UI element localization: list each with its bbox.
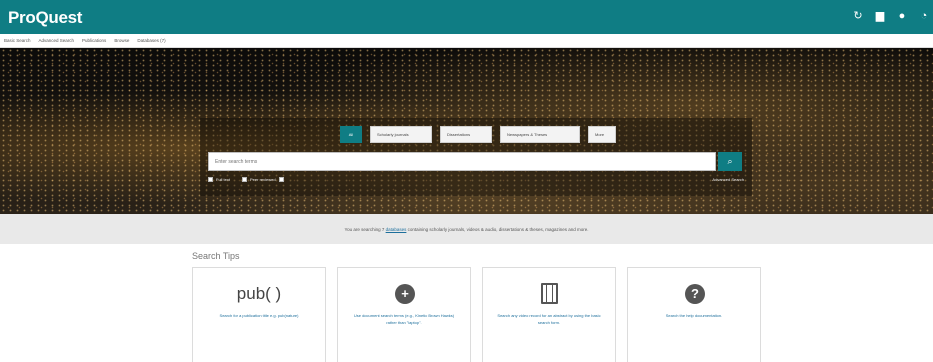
tip-card-video[interactable]: Search any video record for an abstract … (482, 267, 616, 362)
databases-link[interactable]: databases (386, 227, 407, 232)
nav-advanced-search[interactable]: Advanced Search (39, 38, 75, 43)
user-icon[interactable]: ● (895, 9, 909, 23)
search-options: Full text Peer reviewed (208, 177, 284, 182)
search-input[interactable] (208, 152, 716, 171)
full-text-option[interactable]: Full text (208, 177, 230, 182)
search-button[interactable]: ⌕ (718, 152, 742, 171)
tip-text[interactable]: Search the help documentation. (642, 312, 746, 319)
history-icon[interactable]: ↻ (851, 9, 865, 23)
top-bar-icons: ↻ ▆ ● ◔ (851, 9, 931, 23)
tab-more[interactable]: More (588, 126, 616, 143)
folder-icon[interactable]: ▆ (873, 9, 887, 23)
tip-text[interactable]: Search any video record for an abstract … (497, 312, 601, 326)
tip-text[interactable]: Use document search terms (e.g., Kinetic… (352, 312, 456, 326)
top-bar: ProQuest ↻ ▆ ● ◔ (0, 0, 933, 34)
tab-all[interactable]: All (340, 126, 362, 143)
search-tips-heading: Search Tips (192, 251, 240, 261)
info-suffix: containing scholarly journals, videos & … (406, 226, 589, 232)
database-info-strip: You are searching 7 databases containing… (0, 214, 933, 244)
info-text: You are searching 7 databases containing… (344, 227, 588, 232)
full-text-label: Full text (216, 177, 231, 182)
tip-text[interactable]: Search for a publication title e.g. pub(… (207, 312, 311, 319)
secondary-nav: Basic Search Advanced Search Publication… (0, 34, 933, 48)
pub-symbol: pub( ) (236, 284, 282, 303)
search-tips-cards: pub( ) Search for a publication title e.… (192, 267, 761, 362)
help-icon[interactable]: ◔ (917, 9, 931, 23)
search-icon: ⌕ (727, 156, 733, 166)
tab-dissertations[interactable]: Dissertations (440, 126, 492, 143)
peer-reviewed-label: Peer reviewed (250, 177, 276, 182)
tab-newspapers[interactable]: Newspapers & Theses (500, 126, 580, 143)
nav-databases[interactable]: Databases (7) (137, 38, 165, 43)
nav-browse[interactable]: Browse (114, 38, 129, 43)
tip-card-plus[interactable]: + Use document search terms (e.g., Kinet… (337, 267, 471, 362)
nav-publications[interactable]: Publications (82, 38, 106, 43)
tip-card-publication[interactable]: pub( ) Search for a publication title e.… (192, 267, 326, 362)
question-icon: ? (685, 284, 705, 304)
advanced-search-link[interactable]: Advanced Search (712, 177, 744, 182)
full-text-checkbox[interactable] (208, 177, 213, 182)
info-prefix: You are searching 7 (344, 226, 386, 232)
search-panel: All Scholarly journals Dissertations New… (200, 118, 752, 196)
peer-reviewed-option[interactable]: Peer reviewed (242, 177, 284, 182)
info-icon[interactable] (278, 177, 284, 182)
proquest-logo[interactable]: ProQuest (8, 8, 82, 28)
film-icon (541, 283, 558, 304)
tab-scholarly-journals[interactable]: Scholarly journals (370, 126, 432, 143)
search-type-tabs: All Scholarly journals Dissertations New… (340, 126, 616, 143)
peer-reviewed-checkbox[interactable] (242, 177, 248, 182)
nav-basic-search[interactable]: Basic Search (4, 38, 31, 43)
tip-card-help[interactable]: ? Search the help documentation. (627, 267, 761, 362)
plus-circle-icon: + (395, 284, 415, 304)
hero-banner: All Scholarly journals Dissertations New… (0, 48, 933, 214)
